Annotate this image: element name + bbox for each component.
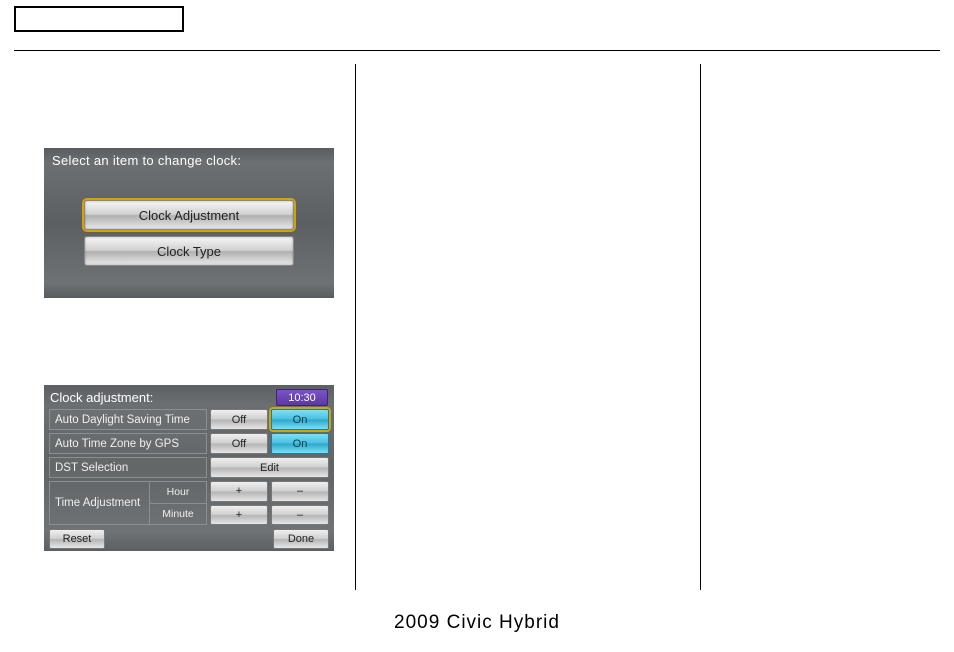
auto-dst-label: Auto Daylight Saving Time bbox=[49, 409, 207, 430]
auto-timezone-on-button[interactable]: On bbox=[271, 433, 329, 454]
hour-plus-button[interactable]: + bbox=[210, 481, 268, 502]
minute-minus-button[interactable]: – bbox=[271, 505, 329, 526]
top-blank-box bbox=[14, 6, 184, 32]
dst-selection-label: DST Selection bbox=[49, 457, 207, 478]
reset-button[interactable]: Reset bbox=[49, 529, 105, 549]
auto-dst-off-button[interactable]: Off bbox=[210, 409, 268, 430]
hour-label: Hour bbox=[149, 481, 207, 504]
clock-time-badge: 10:30 bbox=[276, 389, 328, 406]
minute-label: Minute bbox=[149, 504, 207, 526]
column-separator-2 bbox=[700, 64, 701, 590]
horizontal-rule bbox=[14, 50, 940, 51]
page-footer-text: 2009 Civic Hybrid bbox=[0, 612, 954, 634]
clock-adjustment-title: Clock adjustment: bbox=[50, 390, 153, 405]
done-button[interactable]: Done bbox=[273, 529, 329, 549]
auto-dst-on-button[interactable]: On bbox=[271, 409, 329, 430]
hour-minus-button[interactable]: – bbox=[271, 481, 329, 502]
time-adjustment-label: Time Adjustment bbox=[49, 481, 149, 525]
clock-menu-screen: Select an item to change clock: Clock Ad… bbox=[44, 148, 334, 298]
dst-edit-button[interactable]: Edit bbox=[210, 457, 329, 478]
column-separator-1 bbox=[355, 64, 356, 590]
clock-adjustment-screen: Clock adjustment: 10:30 Auto Daylight Sa… bbox=[44, 385, 334, 551]
clock-adjustment-button[interactable]: Clock Adjustment bbox=[84, 200, 294, 230]
minute-plus-button[interactable]: + bbox=[210, 505, 268, 526]
clock-menu-title: Select an item to change clock: bbox=[44, 148, 334, 168]
auto-timezone-label: Auto Time Zone by GPS bbox=[49, 433, 207, 454]
clock-type-button[interactable]: Clock Type bbox=[84, 236, 294, 266]
auto-timezone-off-button[interactable]: Off bbox=[210, 433, 268, 454]
